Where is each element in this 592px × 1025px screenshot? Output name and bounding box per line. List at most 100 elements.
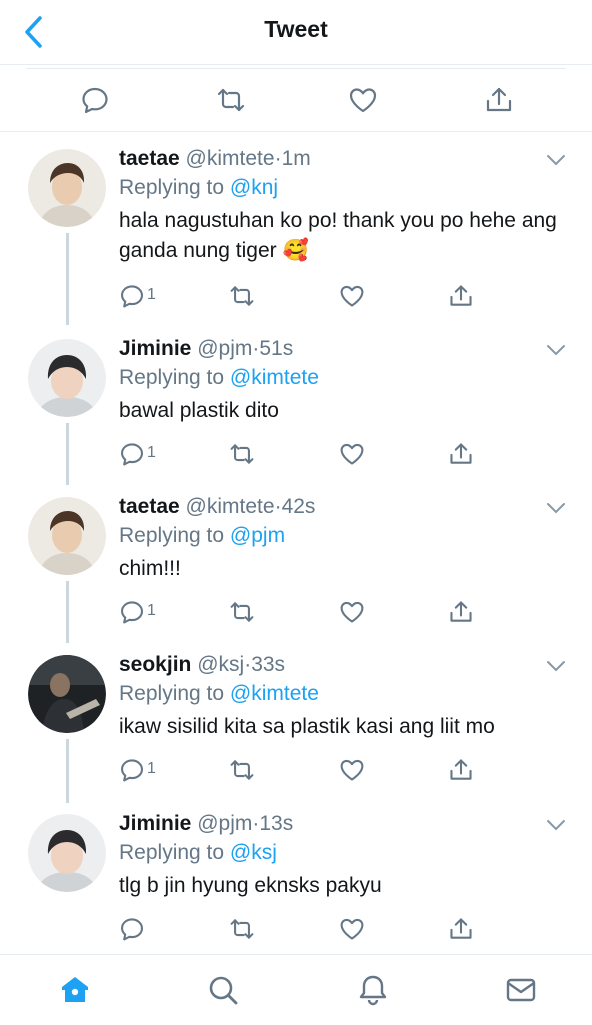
replying-label: Replying to <box>119 366 225 389</box>
retweet-icon <box>230 919 254 939</box>
tweet-item[interactable]: taetae @kimtete·42s Replying to @pjm chi… <box>0 493 592 643</box>
messages-icon[interactable] <box>504 973 538 1007</box>
reply-to-link[interactable]: @pjm <box>230 524 285 547</box>
share-icon <box>450 601 472 622</box>
share-icon <box>450 443 472 464</box>
reply-count: 1 <box>147 760 156 777</box>
tweet-actions: 1 <box>119 441 479 467</box>
display-name[interactable]: seokjin <box>119 653 191 676</box>
home-icon[interactable] <box>58 973 92 1007</box>
reply-icon[interactable] <box>80 85 110 115</box>
like-button[interactable] <box>339 916 365 942</box>
tweet-text: ikaw sisilid kita sa plastik kasi ang li… <box>119 715 495 738</box>
chevron-down-icon[interactable] <box>546 501 566 515</box>
tweet-item[interactable]: Jiminie @pjm·51s Replying to @kimtete ba… <box>0 335 592 485</box>
retweet-icon[interactable] <box>216 85 246 115</box>
tweet-item[interactable]: Jiminie @pjm·13s Replying to @ksj tlg b … <box>0 810 592 950</box>
avatar[interactable] <box>28 814 106 892</box>
top-bar: Tweet <box>0 0 592 65</box>
share-button[interactable] <box>448 441 474 467</box>
retweet-button[interactable] <box>229 441 255 467</box>
retweet-button[interactable] <box>229 916 255 942</box>
thread-line <box>66 581 69 643</box>
tweet-content: Jiminie @pjm·13s Replying to @ksj tlg b … <box>119 810 572 901</box>
tweet-item[interactable]: seokjin @ksj·33s Replying to @kimtete ik… <box>0 651 592 803</box>
reply-button[interactable]: 1 <box>119 599 156 625</box>
handle: @kimtete <box>185 495 275 518</box>
reply-button[interactable] <box>119 916 145 942</box>
display-name[interactable]: Jiminie <box>119 812 191 835</box>
handle: @pjm <box>197 337 253 360</box>
reply-to-link[interactable]: @kimtete <box>230 682 319 705</box>
tweet-header: taetae @kimtete·42s <box>119 493 572 521</box>
main-tweet-actions <box>0 69 592 132</box>
reply-count: 1 <box>147 444 156 461</box>
tweet-content: Jiminie @pjm·51s Replying to @kimtete ba… <box>119 335 572 426</box>
tweet-text: bawal plastik dito <box>119 399 279 422</box>
like-icon <box>340 443 364 465</box>
share-button[interactable] <box>448 757 474 783</box>
share-icon <box>450 285 472 306</box>
reply-to-link[interactable]: @knj <box>230 176 278 199</box>
tweet-text: tlg b jin hyung eknsks pakyu <box>119 874 382 897</box>
share-icon <box>450 759 472 780</box>
chevron-down-icon[interactable] <box>546 818 566 832</box>
replying-to: Replying to @ksj <box>119 838 572 868</box>
reply-to-link[interactable]: @ksj <box>230 841 277 864</box>
like-button[interactable] <box>339 757 365 783</box>
notifications-icon[interactable] <box>356 973 390 1007</box>
retweet-button[interactable] <box>229 757 255 783</box>
share-icon <box>450 918 472 939</box>
retweet-button[interactable] <box>229 599 255 625</box>
reply-icon <box>120 285 144 308</box>
replying-label: Replying to <box>119 176 225 199</box>
avatar[interactable] <box>28 339 106 417</box>
replying-to: Replying to @kimtete <box>119 363 572 393</box>
share-button[interactable] <box>448 599 474 625</box>
avatar[interactable] <box>28 497 106 575</box>
like-button[interactable] <box>339 599 365 625</box>
retweet-icon <box>230 286 254 306</box>
share-button[interactable] <box>448 916 474 942</box>
like-icon <box>340 759 364 781</box>
like-button[interactable] <box>339 441 365 467</box>
share-button[interactable] <box>448 283 474 309</box>
tweet-text: hala nagustuhan ko po! thank you po hehe… <box>119 209 557 262</box>
display-name[interactable]: taetae <box>119 147 180 170</box>
reply-icon <box>120 918 144 941</box>
reply-icon <box>120 443 144 466</box>
timestamp: 42s <box>281 495 316 518</box>
tweet-actions: 1 <box>119 757 479 783</box>
search-icon[interactable] <box>206 973 240 1007</box>
like-button[interactable] <box>339 283 365 309</box>
thread-line <box>66 233 69 325</box>
reply-count: 1 <box>147 602 156 619</box>
retweet-button[interactable] <box>229 283 255 309</box>
reply-icon <box>120 759 144 782</box>
bottom-tab-bar <box>0 954 592 1025</box>
avatar[interactable] <box>28 149 106 227</box>
chevron-down-icon[interactable] <box>546 343 566 357</box>
chevron-down-icon[interactable] <box>546 153 566 167</box>
tweet-actions: 1 <box>119 283 479 309</box>
tweet-content: taetae @kimtete·42s Replying to @pjm chi… <box>119 493 572 584</box>
reply-button[interactable]: 1 <box>119 441 156 467</box>
replying-label: Replying to <box>119 682 225 705</box>
replying-label: Replying to <box>119 524 225 547</box>
display-name[interactable]: Jiminie <box>119 337 191 360</box>
reply-to-link[interactable]: @kimtete <box>230 366 319 389</box>
reply-button[interactable]: 1 <box>119 757 156 783</box>
reply-button[interactable]: 1 <box>119 283 156 309</box>
avatar[interactable] <box>28 655 106 733</box>
reply-count: 1 <box>147 286 156 303</box>
like-icon[interactable] <box>348 85 378 115</box>
thread-line <box>66 423 69 485</box>
timestamp: 33s <box>251 653 286 676</box>
tweet-actions <box>119 916 479 942</box>
tweet-item[interactable]: taetae @kimtete·1m Replying to @knj hala… <box>0 145 592 325</box>
share-icon[interactable] <box>484 85 514 115</box>
chevron-down-icon[interactable] <box>546 659 566 673</box>
display-name[interactable]: taetae <box>119 495 180 518</box>
handle: @pjm <box>197 812 253 835</box>
separator-dot: · <box>274 147 282 170</box>
